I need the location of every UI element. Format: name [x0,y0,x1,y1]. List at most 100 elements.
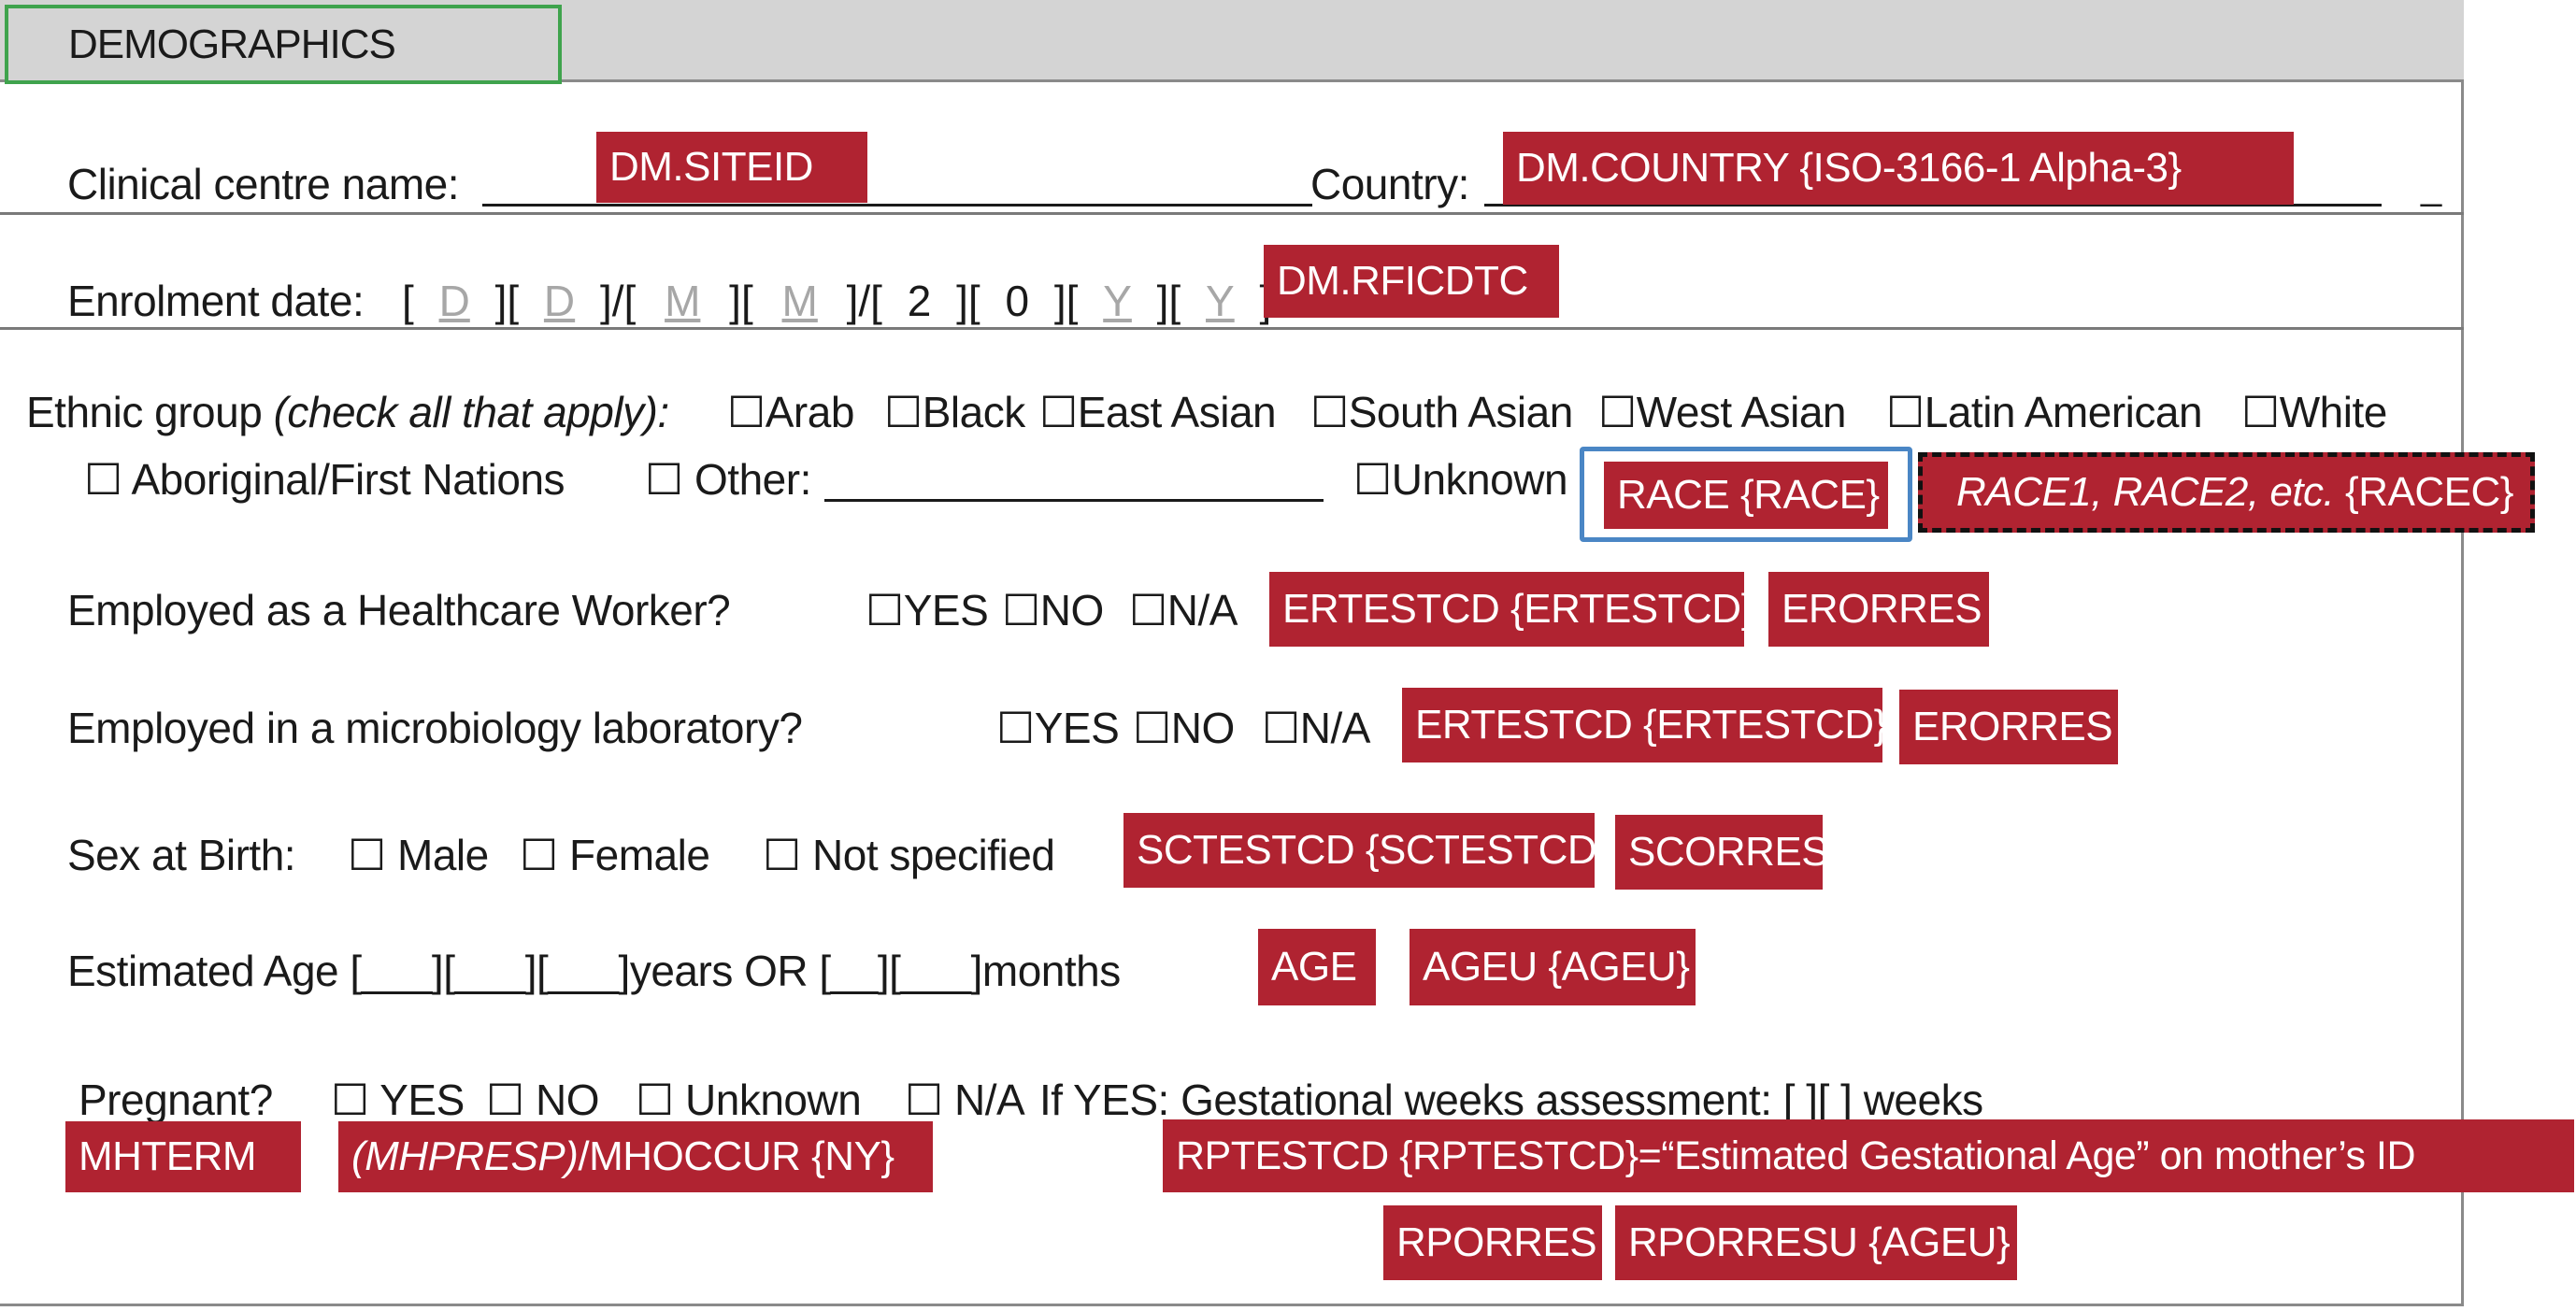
checkbox-icon[interactable]: ☐ [1886,388,1925,436]
checkbox-icon[interactable]: ☐ [84,455,122,504]
ethnic-group-label-text: Ethnic group [26,388,274,436]
race-tag: RACE {RACE} [1604,462,1888,529]
checkbox-icon[interactable]: ☐ [866,586,904,634]
ethnic-option-arab[interactable]: ☐Arab [727,387,854,437]
sctestcd-tag: SCTESTCD {SCTESTCD} [1123,813,1610,888]
clinical-centre-label: Clinical centre name: [67,160,460,208]
option-label: Unknown [685,1076,862,1124]
checkbox-icon[interactable]: ☐ [996,704,1035,752]
checkbox-icon[interactable]: ☐ [1598,388,1637,436]
option-label: YES [903,586,989,634]
option-label: NO [1170,704,1236,752]
microlab-option-na[interactable]: ☐N/A [1262,703,1370,753]
option-label: East Asian [1077,388,1277,436]
ethnic-option-unknown[interactable]: ☐Unknown [1353,454,1568,505]
ethnic-other-field[interactable] [824,499,1324,502]
microlab-erorres-tag: ERORRES [1899,690,2118,764]
checkbox-icon[interactable]: ☐ [1353,455,1392,504]
scorres-tag: SCORRES [1615,815,1829,890]
checkbox-icon[interactable]: ☐ [1002,586,1040,634]
healthcare-option-na[interactable]: ☐N/A [1129,585,1238,635]
estimated-age-line[interactable]: Estimated Age [___][___][___]years OR [_… [67,946,1121,996]
microlab-ertestcd-tag: ERTESTCD {ERTESTCD} [1402,688,1887,762]
pregnant-label: Pregnant? [79,1076,273,1124]
separator: ]/[ [846,277,882,325]
separator: ][ [1156,277,1181,325]
option-label: West Asian [1636,388,1847,436]
row-divider [0,327,2464,330]
checkbox-icon[interactable]: ☐ [1039,388,1078,436]
pregnant-option-no[interactable]: ☐ NO [486,1075,600,1125]
rptestcd-tag: RPTESTCD {RPTESTCD}=“Estimated Gestation… [1163,1119,2574,1192]
section-title: DEMOGRAPHICS [5,5,562,84]
enrolment-date-label: Enrolment date: [67,277,365,325]
checkbox-icon[interactable]: ☐ [884,388,923,436]
option-label: N/A [954,1076,1025,1124]
checkbox-icon[interactable]: ☐ [348,831,386,879]
enrolment-date-field[interactable]: [ D ][ D ]/[ M ][ M ]/[ 2 ][ 0 ][ Y ][ Y… [402,276,1271,326]
checkbox-icon[interactable]: ☐ [2241,388,2280,436]
country-tag: DM.COUNTRY {ISO-3166-1 Alpha-3} [1503,132,2294,205]
separator: ]/[ [599,277,637,325]
microbiology-lab-label: Employed in a microbiology laboratory? [67,704,803,752]
year-digit-1[interactable]: Y [1090,277,1145,325]
pregnant-option-yes[interactable]: ☐ YES [331,1075,465,1125]
ethnic-option-south-asian[interactable]: ☐South Asian [1310,387,1573,437]
checkbox-icon[interactable]: ☐ [1310,388,1349,436]
option-label: YES [379,1076,465,1124]
pregnant-option-unknown[interactable]: ☐ Unknown [636,1075,862,1125]
day-digit-2[interactable]: D [531,277,588,325]
checkbox-icon[interactable]: ☐ [520,831,558,879]
clinical-centre-field[interactable] [482,204,1312,207]
ethnic-option-aboriginal[interactable]: ☐ Aboriginal/First Nations [84,454,565,505]
checkbox-icon[interactable]: ☐ [331,1076,369,1124]
checkbox-icon[interactable]: ☐ [486,1076,524,1124]
ethnic-option-latin-american[interactable]: ☐Latin American [1886,387,2203,437]
checkbox-icon[interactable]: ☐ [1133,704,1171,752]
pregnant-option-na[interactable]: ☐ N/A [905,1075,1025,1125]
separator: ][ [494,277,520,325]
option-label: Unknown [1391,455,1568,504]
checkbox-icon[interactable]: ☐ [636,1076,674,1124]
option-label: Male [397,831,489,879]
racec-tag-italic: RACE1, RACE2, etc. [1956,469,2335,515]
day-digit-1[interactable]: D [426,277,483,325]
healthcare-option-no[interactable]: ☐NO [1002,585,1104,635]
option-label: Latin American [1924,388,2203,436]
checkbox-icon[interactable]: ☐ [645,455,683,504]
mhoccur-tag: (MHPRESP)/MHOCCUR {NY} [338,1121,933,1192]
ethnic-option-other[interactable]: ☐ Other: [645,454,811,505]
healthcare-option-yes[interactable]: ☐YES [866,585,989,635]
sex-option-female[interactable]: ☐ Female [520,830,710,880]
option-label: Black [922,388,1025,436]
option-label: White [2279,388,2388,436]
microlab-option-no[interactable]: ☐NO [1133,703,1235,753]
microlab-option-yes[interactable]: ☐YES [996,703,1120,753]
ethnic-option-white[interactable]: ☐White [2241,387,2387,437]
year-digit-2[interactable]: Y [1193,277,1248,325]
age-tag: AGE [1258,929,1376,1005]
option-label: Not specified [812,831,1055,879]
month-digit-1[interactable]: M [648,277,717,325]
sex-option-male[interactable]: ☐ Male [348,830,489,880]
ethnic-option-black[interactable]: ☐Black [884,387,1025,437]
checkbox-icon[interactable]: ☐ [763,831,801,879]
ethnic-option-east-asian[interactable]: ☐East Asian [1039,387,1277,437]
checkbox-icon[interactable]: ☐ [1129,586,1167,634]
row-divider [0,212,2464,215]
year-digit-fixed-2: 0 [1005,277,1030,325]
checkbox-icon[interactable]: ☐ [905,1076,943,1124]
ethnic-option-west-asian[interactable]: ☐West Asian [1598,387,1847,437]
siteid-tag: DM.SITEID [596,132,867,203]
sex-option-not-specified[interactable]: ☐ Not specified [763,830,1055,880]
option-label: Other: [694,455,811,504]
gestational-weeks-line[interactable]: If YES: Gestational weeks assessment: [ … [1039,1075,1983,1125]
mhterm-tag: MHTERM [65,1121,301,1192]
ethnic-group-label: Ethnic group (check all that apply): [26,387,669,437]
checkbox-icon[interactable]: ☐ [1262,704,1300,752]
month-digit-2[interactable]: M [766,277,835,325]
option-label: Female [569,831,710,879]
checkbox-icon[interactable]: ☐ [727,388,766,436]
option-label: South Asian [1348,388,1574,436]
separator: ][ [956,277,980,325]
